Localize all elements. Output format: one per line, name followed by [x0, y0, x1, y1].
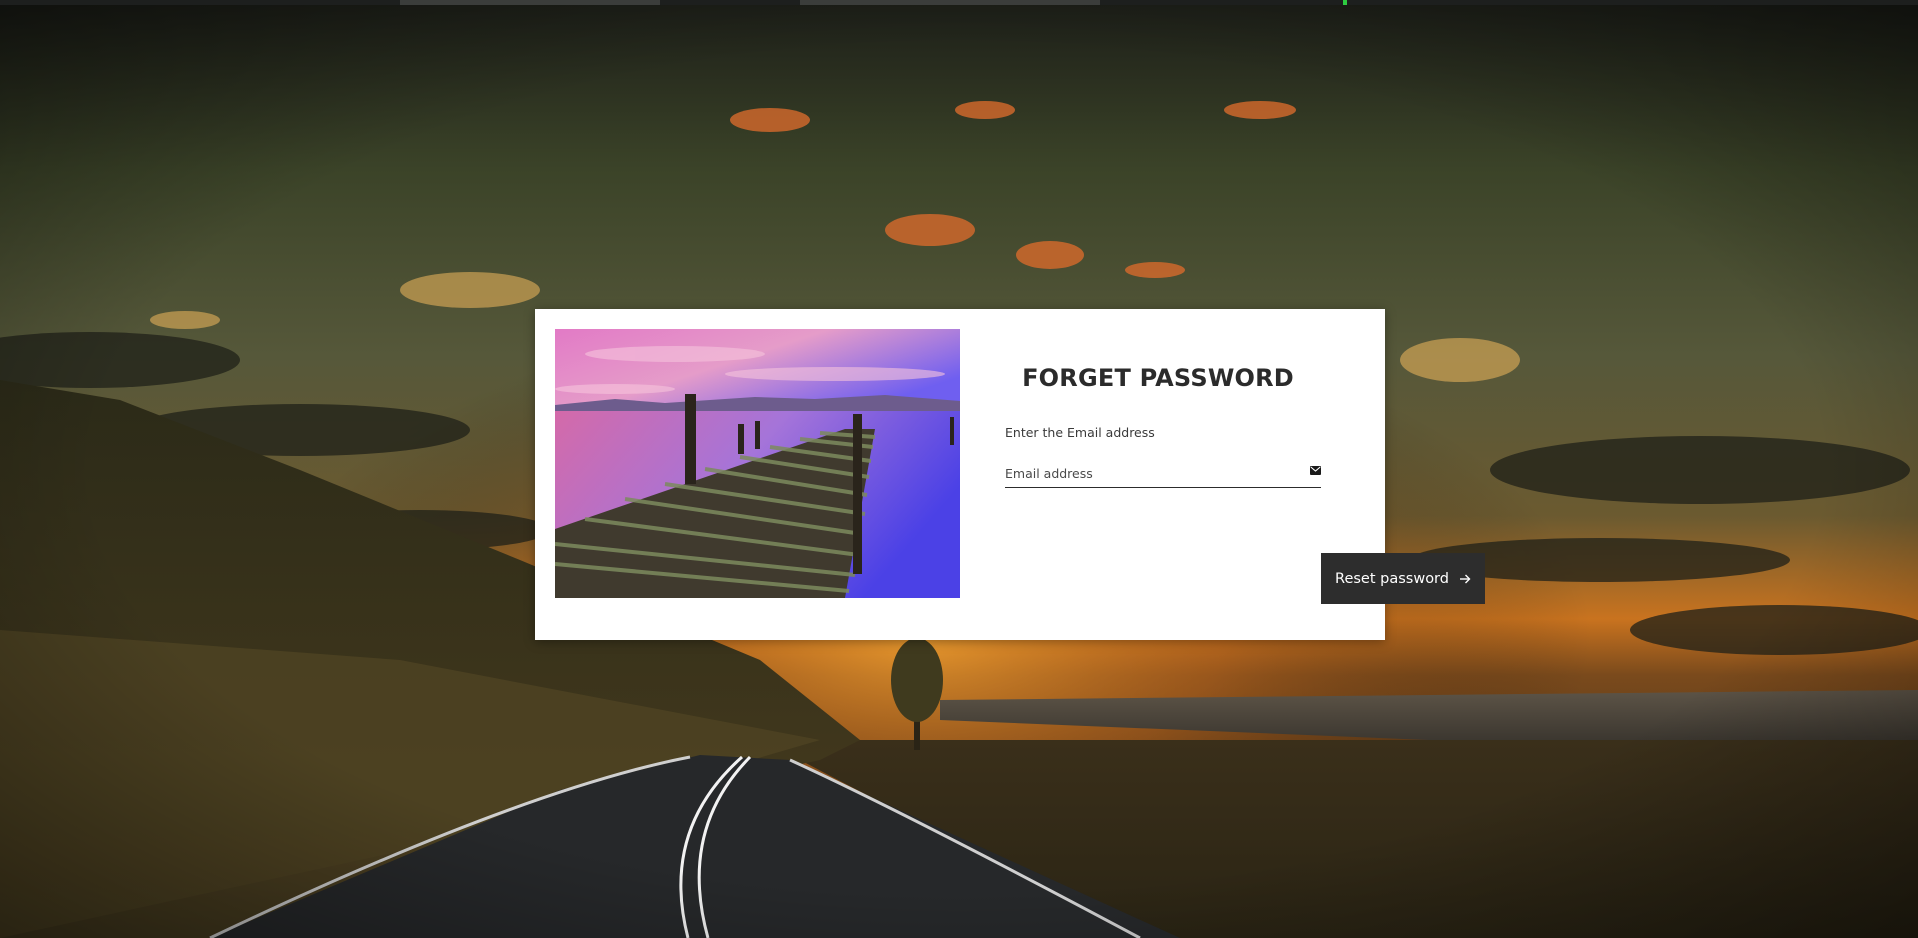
envelope-icon	[1310, 466, 1321, 475]
reset-password-label: Reset password	[1335, 570, 1449, 587]
status-indicator	[1343, 0, 1347, 5]
email-field	[1005, 457, 1321, 488]
arrow-right-icon	[1459, 574, 1471, 583]
reset-password-button[interactable]: Reset password	[1321, 553, 1485, 604]
pier-sunset-image	[555, 329, 960, 598]
forget-password-card: FORGET PASSWORD Enter the Email address …	[535, 309, 1485, 640]
form-panel: FORGET PASSWORD Enter the Email address …	[1005, 309, 1485, 640]
email-label: Enter the Email address	[1005, 425, 1155, 440]
email-input[interactable]	[1005, 463, 1295, 483]
page: FORGET PASSWORD Enter the Email address …	[0, 0, 1918, 938]
top-edge-strip	[0, 0, 1918, 5]
page-title: FORGET PASSWORD	[1022, 364, 1294, 392]
